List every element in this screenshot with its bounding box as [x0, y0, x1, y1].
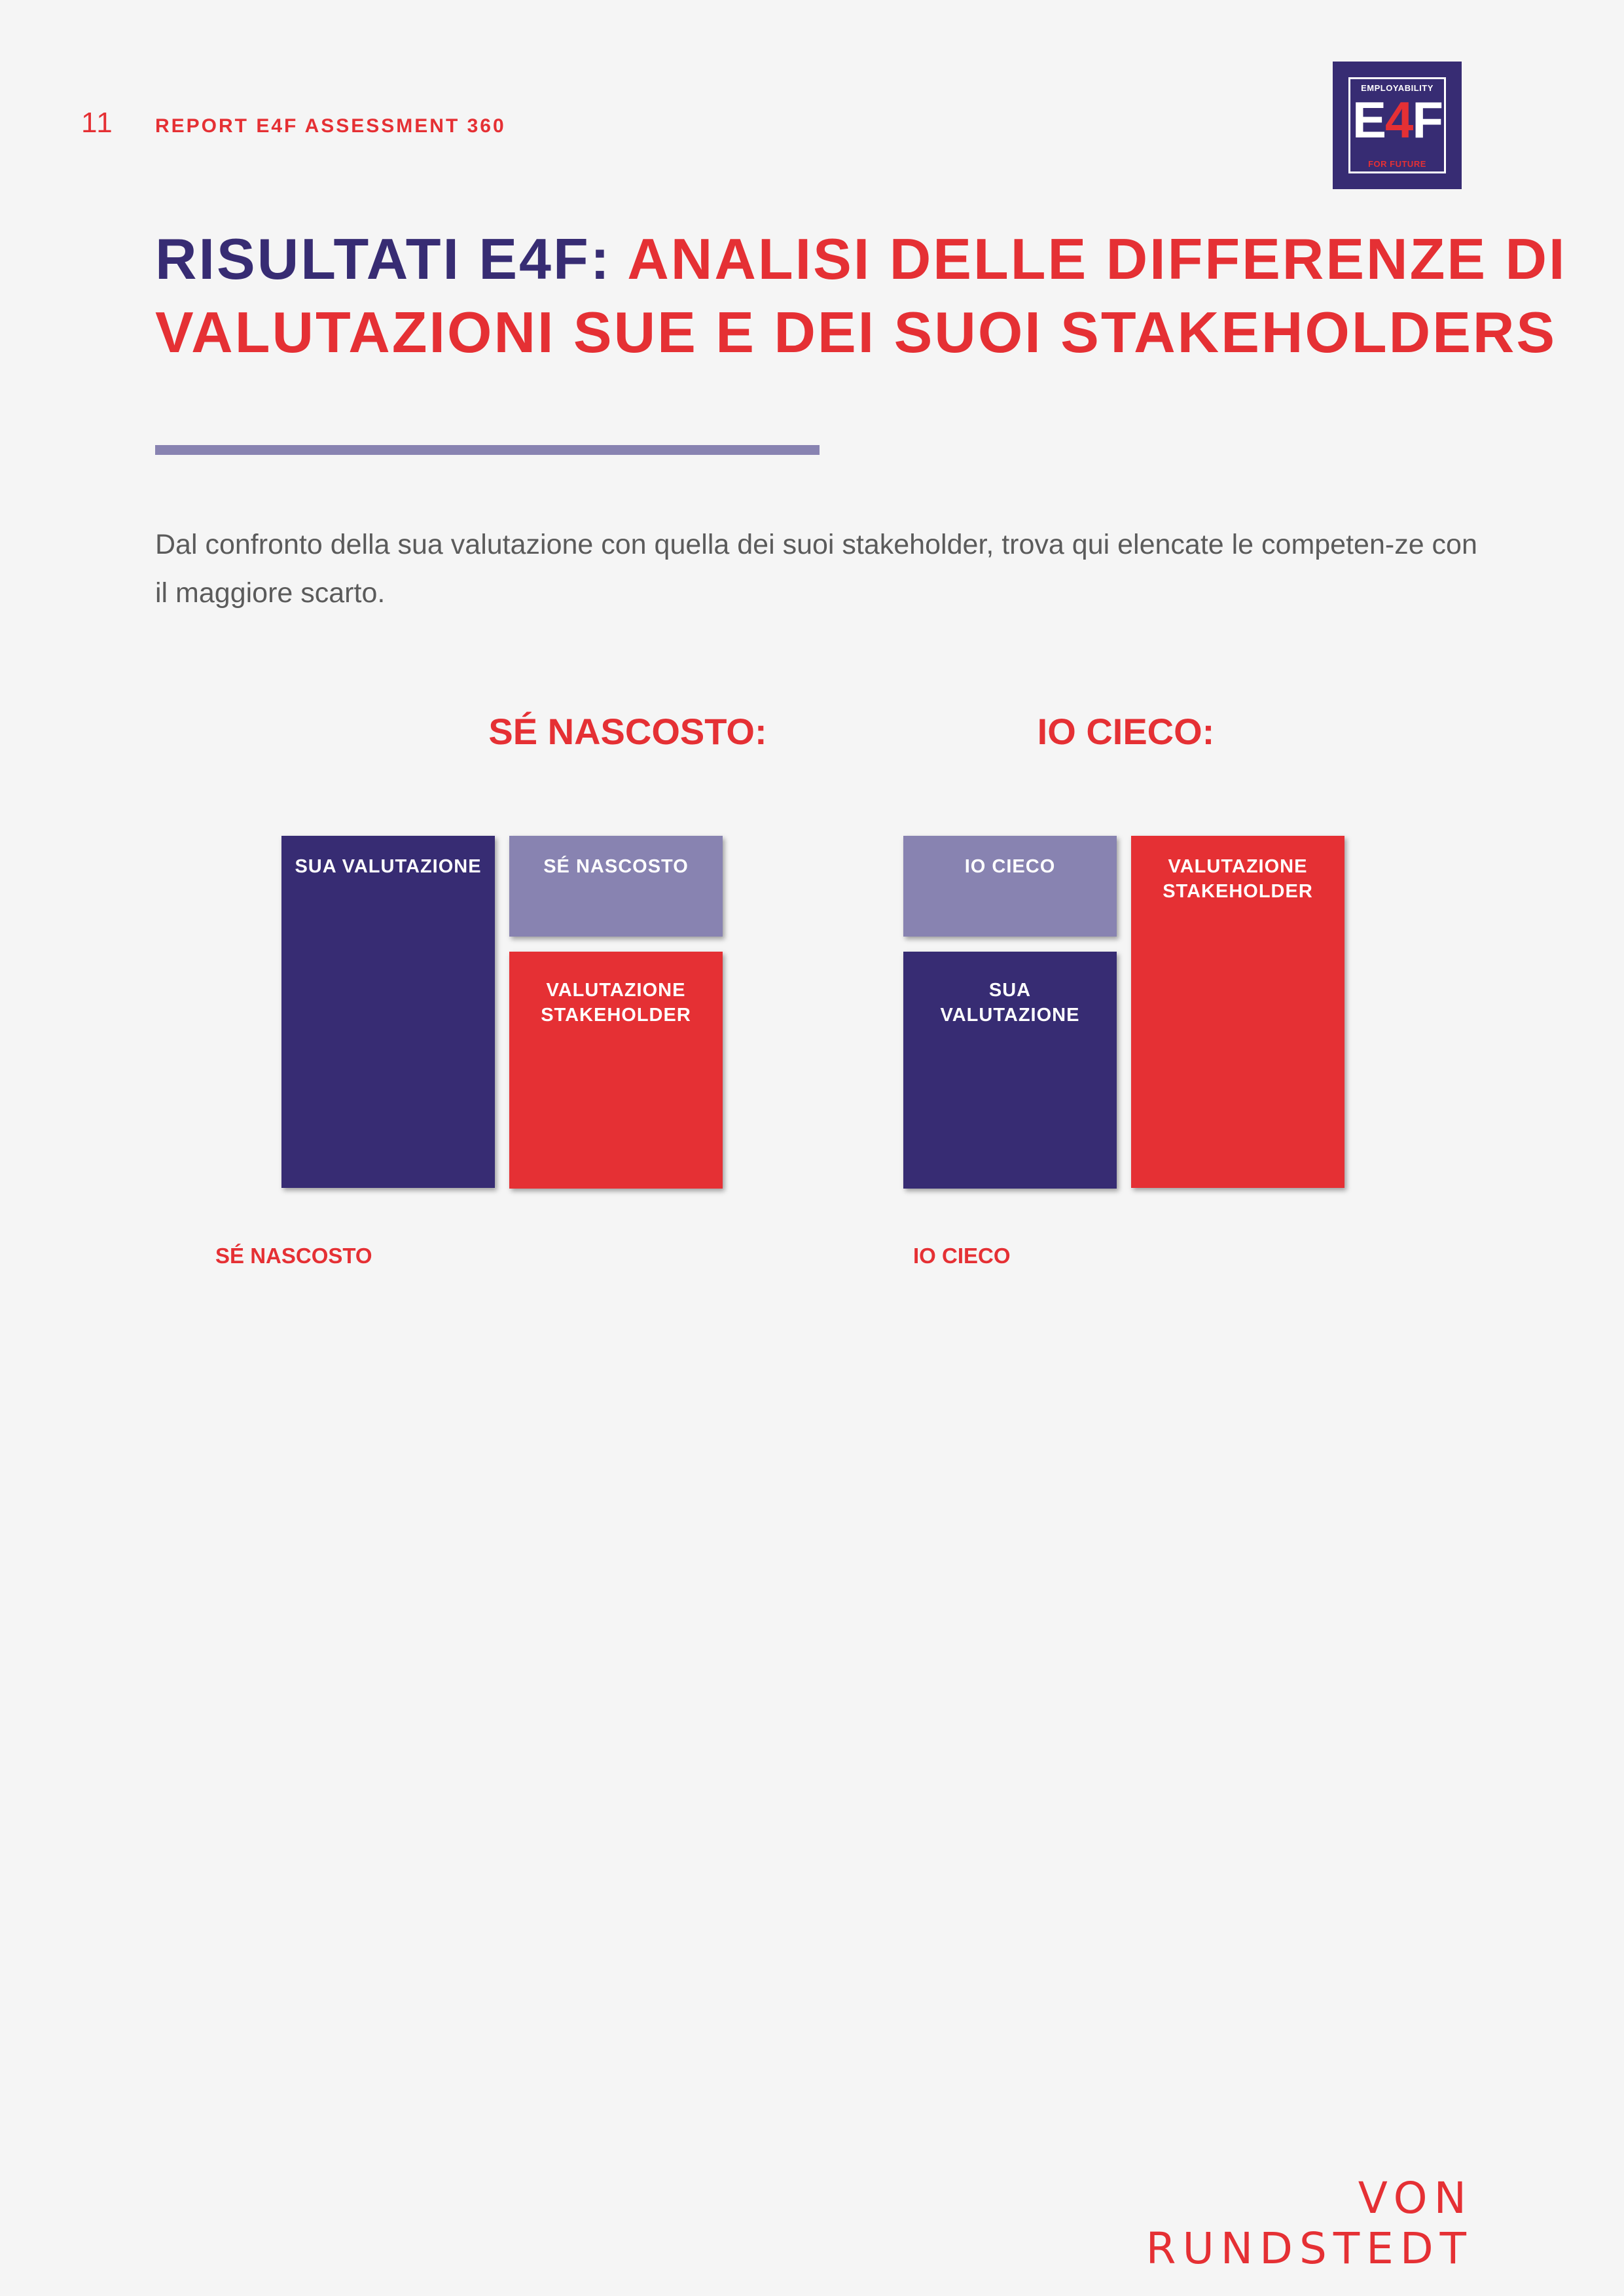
box-hidden-self: SÉ NASCOSTO [509, 836, 723, 937]
box-label: VALUTAZIONE STAKEHOLDER [541, 980, 691, 1026]
intro-paragraph: Dal confronto della sua valutazione con … [155, 529, 1477, 609]
section-title-hidden-self: SÉ NASCOSTO: [488, 711, 767, 752]
box-label: SUA VALUTAZIONE [295, 856, 482, 877]
box-self-rating-blind: SUA VALUTAZIONE [903, 952, 1117, 1189]
box-label: VALUTAZIONE STAKEHOLDER [1163, 856, 1313, 902]
heading-blue-part: RISULTATI E4F: [155, 226, 628, 291]
logo-mark: E4F [1350, 92, 1444, 147]
page-number: 11 [81, 107, 114, 139]
logo-letter-f: F [1412, 91, 1443, 149]
logo-frame: EMPLOYABILITY E4F FOR FUTURE [1348, 77, 1446, 173]
report-title: REPORT E4F ASSESSMENT 360 [155, 115, 506, 137]
box-label: IO CIECO [964, 856, 1056, 877]
footer-brand-logo: VON RUNDSTEDT [1146, 2173, 1473, 2274]
heading-divider [155, 445, 820, 455]
e4f-logo: EMPLOYABILITY E4F FOR FUTURE [1333, 62, 1462, 189]
list-label-blind-self: IO CIECO [913, 1244, 1011, 1268]
page-heading: RISULTATI E4F: ANALISI DELLE DIFFERENZE … [155, 223, 1569, 369]
box-label: SÉ NASCOSTO [543, 856, 689, 877]
box-self-rating-hidden: SUA VALUTAZIONE [281, 836, 495, 1188]
logo-bottom-text: FOR FUTURE [1368, 159, 1426, 169]
box-blind-self: IO CIECO [903, 836, 1117, 937]
logo-letter-e: E [1352, 91, 1386, 149]
section-title-blind-self: IO CIECO: [1037, 711, 1215, 752]
box-stakeholder-rating-hidden: VALUTAZIONE STAKEHOLDER [509, 952, 723, 1189]
list-label-hidden-self: SÉ NASCOSTO [215, 1244, 372, 1268]
box-stakeholder-rating-blind: VALUTAZIONE STAKEHOLDER [1131, 836, 1344, 1188]
box-label: SUA VALUTAZIONE [940, 980, 1080, 1026]
logo-digit-4: 4 [1384, 91, 1413, 149]
